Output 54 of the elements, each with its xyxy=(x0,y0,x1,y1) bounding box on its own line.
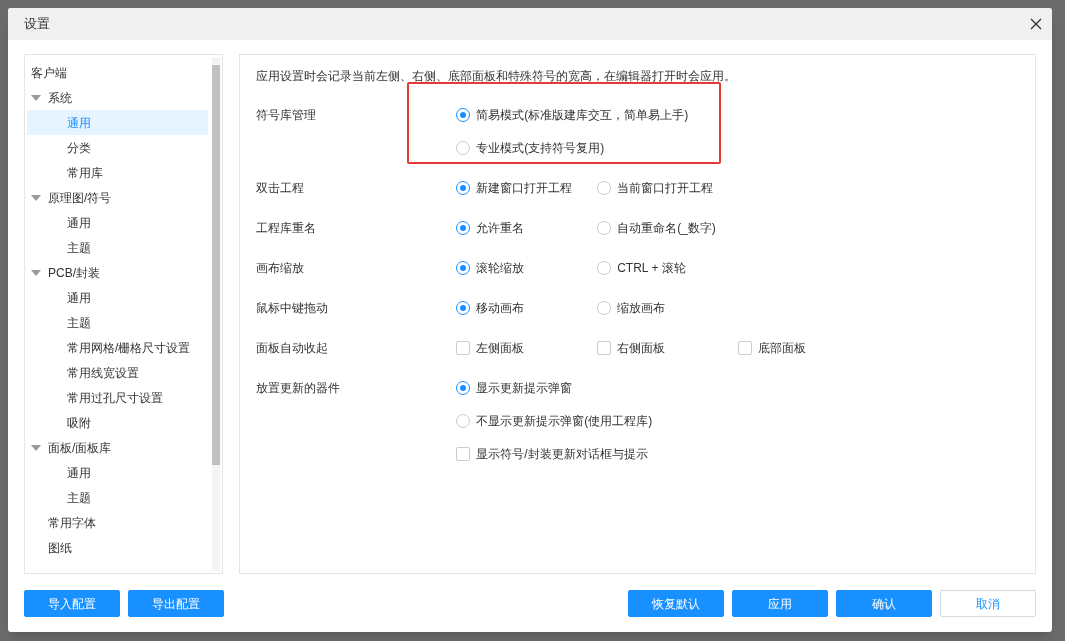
checkbox[interactable] xyxy=(456,341,471,355)
option-label: 显示符号/封装更新对话框与提示 xyxy=(476,446,648,463)
scrollbar[interactable] xyxy=(212,57,221,571)
tree-item[interactable]: 主题 xyxy=(27,485,209,510)
setting-label: 鼠标中键拖动 xyxy=(256,300,330,317)
caret-icon[interactable] xyxy=(31,193,41,202)
tree-item[interactable]: 分类 xyxy=(27,135,209,160)
option-label: 滚轮缩放 xyxy=(476,260,525,277)
tree-item[interactable]: 通用 xyxy=(27,460,209,485)
tree-item[interactable]: 常用字体 xyxy=(27,510,209,535)
tree-item[interactable]: 主题 xyxy=(27,235,209,260)
caret-icon[interactable] xyxy=(31,268,41,277)
option-label: 允许重名 xyxy=(476,220,525,237)
option-label: CTRL + 滚轮 xyxy=(617,260,686,277)
tree-item[interactable]: 面板/面板库 xyxy=(27,435,209,460)
caret-icon[interactable] xyxy=(31,443,41,452)
tree-item[interactable]: 通用 xyxy=(27,285,209,310)
tree-item[interactable]: PCB/封装 xyxy=(27,260,209,285)
tree-item[interactable]: 原理图/符号 xyxy=(27,185,209,210)
setting-label: 符号库管理 xyxy=(256,107,318,124)
tree-item[interactable]: 常用过孔尺寸设置 xyxy=(27,385,209,410)
setting-label: 画布缩放 xyxy=(256,260,306,277)
option-label: 新建窗口打开工程 xyxy=(476,180,573,197)
caret-icon[interactable] xyxy=(31,93,41,102)
option-label: 自动重命名(_数字) xyxy=(617,220,716,237)
checkbox[interactable] xyxy=(738,341,753,355)
setting-label: 放置更新的器件 xyxy=(256,380,342,397)
tree-item[interactable]: 主题 xyxy=(27,310,209,335)
option-label: 左侧面板 xyxy=(476,340,525,357)
tree-item[interactable]: 客户端 xyxy=(27,60,209,85)
tree-item[interactable]: 常用库 xyxy=(27,160,209,185)
option-label: 专业模式(支持符号复用) xyxy=(476,140,605,157)
option-label: 简易模式(标准版建库交互，简单易上手) xyxy=(476,107,689,124)
checkbox[interactable] xyxy=(456,447,471,461)
setting-label: 工程库重名 xyxy=(256,220,318,237)
option-label: 右侧面板 xyxy=(617,340,666,357)
option-label: 缩放画布 xyxy=(617,300,666,317)
description-text: 应用设置时会记录当前左侧、右侧、底部面板和特殊符号的宽高，在编辑器打开时会应用。 xyxy=(255,68,738,85)
tree-item[interactable]: 通用 xyxy=(27,210,209,235)
tree-item[interactable]: 系统 xyxy=(27,85,209,110)
option-label: 移动画布 xyxy=(476,300,525,317)
window-title: 设置 xyxy=(24,15,50,34)
close-icon[interactable] xyxy=(1030,18,1042,30)
option-label: 显示更新提示弹窗 xyxy=(476,380,573,397)
tree-item[interactable]: 吸附 xyxy=(27,410,209,435)
option-label: 当前窗口打开工程 xyxy=(617,180,714,197)
tree-item[interactable]: 常用网格/栅格尺寸设置 xyxy=(27,335,209,360)
option-label: 底部面板 xyxy=(758,340,807,357)
option-label: 不显示更新提示弹窗(使用工程库) xyxy=(476,413,653,430)
tree-item[interactable]: 图纸 xyxy=(27,535,209,560)
setting-label: 面板自动收起 xyxy=(256,340,330,357)
setting-label: 双击工程 xyxy=(256,180,306,197)
checkbox[interactable] xyxy=(597,341,612,355)
tree-item[interactable]: 常用线宽设置 xyxy=(27,360,209,385)
